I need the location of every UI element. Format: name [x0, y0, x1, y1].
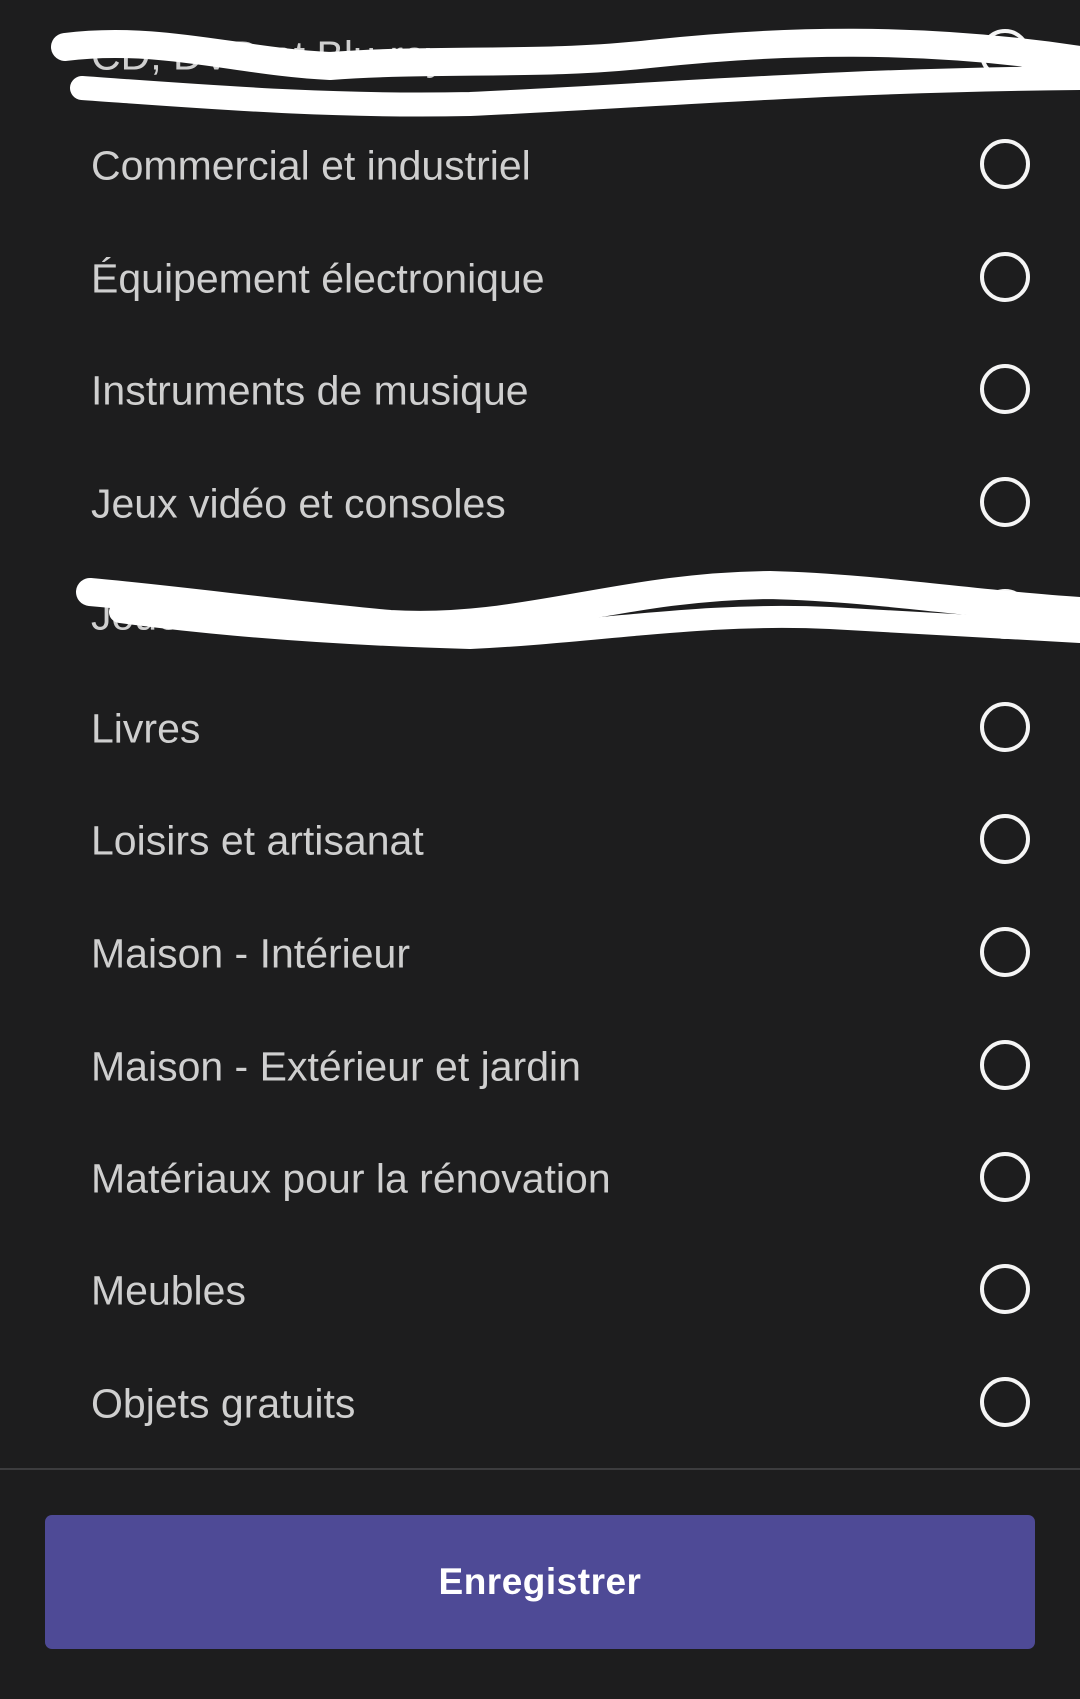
category-label: Matériaux pour la rénovation [91, 1155, 611, 1202]
category-label: Objets gratuits [91, 1380, 356, 1427]
category-row-livres[interactable]: Livres [0, 673, 1080, 785]
radio-unchecked-icon[interactable] [980, 814, 1030, 864]
category-row-instruments-musique[interactable]: Instruments de musique [0, 335, 1080, 447]
radio-unchecked-icon[interactable] [980, 252, 1030, 302]
radio-unchecked-icon[interactable] [980, 29, 1030, 79]
radio-unchecked-icon[interactable] [980, 589, 1030, 639]
category-row-cd-dvd-blu-ray[interactable]: CD, DVD et Blu-ray [0, 0, 1080, 112]
radio-unchecked-icon[interactable] [980, 1040, 1030, 1090]
category-row-maison-exterieur-jardin[interactable]: Maison - Extérieur et jardin [0, 1011, 1080, 1123]
radio-unchecked-icon[interactable] [980, 702, 1030, 752]
category-row-jeux-video-consoles[interactable]: Jeux vidéo et consoles [0, 448, 1080, 560]
category-label: CD, DVD et Blu-ray [91, 32, 447, 79]
radio-unchecked-icon[interactable] [980, 1377, 1030, 1427]
category-label: Loisirs et artisanat [91, 817, 424, 864]
category-label: Commercial et industriel [91, 142, 531, 189]
radio-unchecked-icon[interactable] [980, 139, 1030, 189]
radio-unchecked-icon[interactable] [980, 364, 1030, 414]
category-row-commercial-industriel[interactable]: Commercial et industriel [0, 110, 1080, 222]
category-row-maison-interieur[interactable]: Maison - Intérieur [0, 898, 1080, 1010]
footer: Enregistrer [0, 1470, 1080, 1699]
radio-unchecked-icon[interactable] [980, 1264, 1030, 1314]
radio-unchecked-icon[interactable] [980, 477, 1030, 527]
category-label: Maison - Extérieur et jardin [91, 1043, 581, 1090]
category-label: Meubles [91, 1267, 246, 1314]
category-label: Équipement électronique [91, 255, 545, 302]
category-row-loisirs-artisanat[interactable]: Loisirs et artisanat [0, 785, 1080, 897]
save-button[interactable]: Enregistrer [45, 1515, 1035, 1649]
category-label: Jeux vidéo et consoles [91, 480, 506, 527]
category-row-equipement-electronique[interactable]: Équipement électronique [0, 223, 1080, 335]
category-label: Instruments de musique [91, 367, 529, 414]
category-label: Maison - Intérieur [91, 930, 411, 977]
category-row-meubles[interactable]: Meubles [0, 1235, 1080, 1347]
radio-unchecked-icon[interactable] [980, 927, 1030, 977]
category-label: Jouets et jeux [91, 592, 344, 639]
radio-unchecked-icon[interactable] [980, 1152, 1030, 1202]
category-row-objets-gratuits[interactable]: Objets gratuits [0, 1348, 1080, 1460]
category-label: Livres [91, 705, 201, 752]
category-row-jouets-jeux[interactable]: Jouets et jeux [0, 560, 1080, 672]
category-row-materiaux-renovation[interactable]: Matériaux pour la rénovation [0, 1123, 1080, 1235]
